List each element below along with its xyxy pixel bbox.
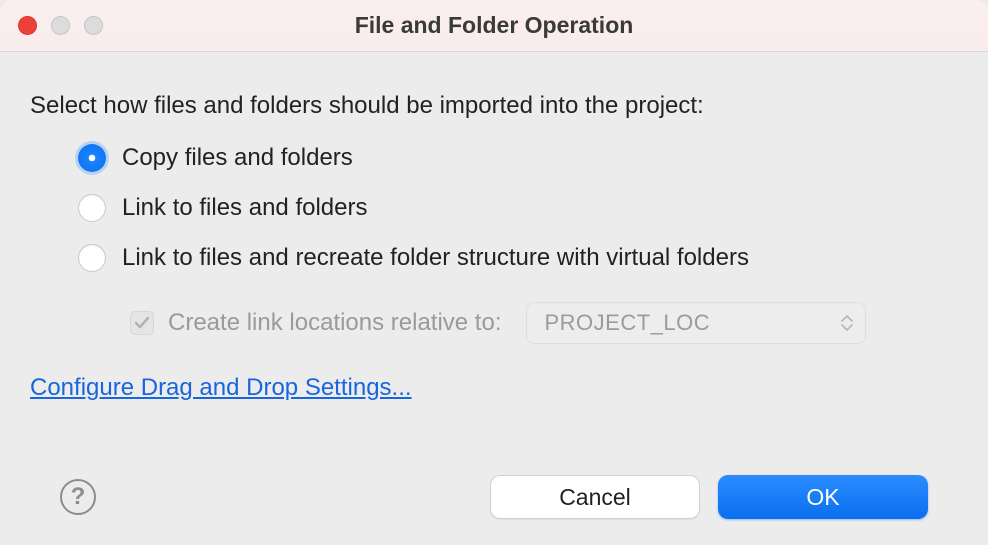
check-icon	[134, 315, 150, 331]
radio-icon	[78, 244, 106, 272]
help-icon[interactable]: ?	[60, 479, 96, 515]
radio-label: Link to files and folders	[122, 194, 367, 222]
ok-button[interactable]: OK	[718, 475, 928, 519]
configure-drag-drop-link[interactable]: Configure Drag and Drop Settings...	[30, 374, 958, 402]
select-value: PROJECT_LOC	[545, 310, 711, 336]
relative-path-row: Create link locations relative to: PROJE…	[130, 302, 958, 344]
maximize-icon	[84, 16, 103, 35]
titlebar: File and Folder Operation	[0, 0, 988, 52]
radio-label: Copy files and folders	[122, 144, 353, 172]
chevron-up-down-icon	[841, 315, 853, 331]
dialog-content: Select how files and folders should be i…	[0, 52, 988, 545]
radio-icon	[78, 144, 106, 172]
minimize-icon	[51, 16, 70, 35]
traffic-lights	[18, 16, 103, 35]
relative-label: Create link locations relative to:	[168, 309, 502, 337]
radio-option-copy[interactable]: Copy files and folders	[78, 144, 958, 172]
window-title: File and Folder Operation	[0, 12, 988, 39]
import-mode-radio-group: Copy files and folders Link to files and…	[78, 144, 958, 294]
cancel-button[interactable]: Cancel	[490, 475, 700, 519]
dialog-window: File and Folder Operation Select how fil…	[0, 0, 988, 545]
dialog-footer: ? Cancel OK	[30, 475, 958, 545]
radio-option-virtual[interactable]: Link to files and recreate folder struct…	[78, 244, 958, 272]
relative-select: PROJECT_LOC	[526, 302, 866, 344]
close-icon[interactable]	[18, 16, 37, 35]
relative-checkbox	[130, 311, 154, 335]
prompt-text: Select how files and folders should be i…	[30, 92, 958, 120]
radio-label: Link to files and recreate folder struct…	[122, 244, 749, 272]
radio-icon	[78, 194, 106, 222]
radio-option-link[interactable]: Link to files and folders	[78, 194, 958, 222]
